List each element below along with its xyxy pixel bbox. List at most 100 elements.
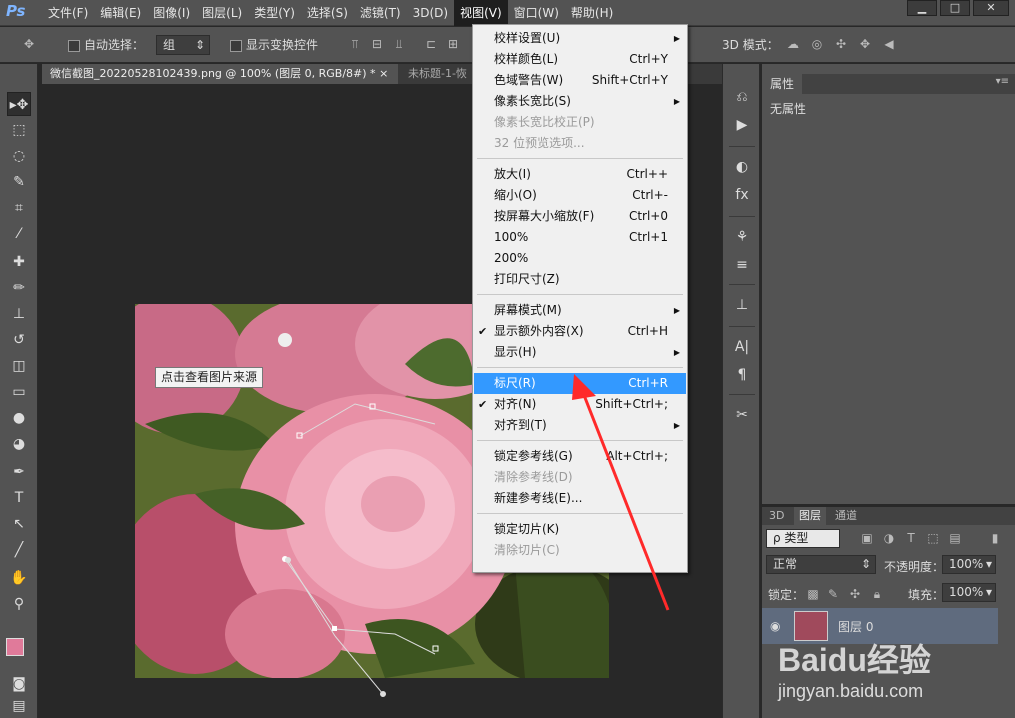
pen-tool-icon[interactable]: ✒ xyxy=(7,460,31,484)
lock-pixels-icon[interactable]: ▩ xyxy=(806,587,820,601)
history-panel-icon[interactable]: ⎌ xyxy=(731,86,753,108)
tab-document-active[interactable]: 微信截图_20220528102439.png @ 100% (图层 0, RG… xyxy=(42,64,398,84)
view-menu-item[interactable]: 按屏幕大小缩放(F) Ctrl+0 xyxy=(474,206,686,227)
filter-type-icon[interactable]: T xyxy=(904,531,918,545)
close-button[interactable]: ✕ xyxy=(973,0,1009,16)
paragraph-panel-icon[interactable]: ¶ xyxy=(731,364,753,386)
styles-panel-icon[interactable]: fx xyxy=(731,184,753,206)
3d-scale-icon[interactable]: ◀ xyxy=(882,37,896,51)
gradient-tool-icon[interactable]: ▭ xyxy=(7,380,31,404)
view-menu-item[interactable]: 200% xyxy=(474,248,686,269)
eye-icon[interactable]: ◉ xyxy=(770,619,780,633)
history-brush-tool-icon[interactable]: ↺ xyxy=(7,328,31,352)
menu-select[interactable]: 选择(S) xyxy=(301,0,354,26)
blur-tool-icon[interactable]: ● xyxy=(7,406,31,430)
align-middle-icon[interactable]: ⊟ xyxy=(370,37,384,51)
path-select-tool-icon[interactable]: ↖ xyxy=(7,512,31,536)
lock-paint-icon[interactable]: ✎ xyxy=(826,587,840,601)
filter-adjust-icon[interactable]: ◑ xyxy=(882,531,896,545)
tab-channels[interactable]: 通道 xyxy=(830,507,862,525)
3d-pan-icon[interactable]: ✣ xyxy=(834,37,848,51)
move-tool-icon[interactable]: ▸✥ xyxy=(7,92,31,116)
hand-tool-icon[interactable]: ✋ xyxy=(7,566,31,590)
tool-presets-icon[interactable]: ✂ xyxy=(731,404,753,426)
align-left-icon[interactable]: ⊏ xyxy=(424,37,438,51)
auto-select-dropdown[interactable]: 组 ⇕ xyxy=(156,35,210,55)
tab-document-untitled[interactable]: 未标题-1-恢 xyxy=(400,64,476,84)
view-menu-item[interactable]: 校样设置(U) ▶ xyxy=(474,28,686,49)
line-tool-icon[interactable]: ╱ xyxy=(7,538,31,562)
filter-shape-icon[interactable]: ⬚ xyxy=(926,531,940,545)
quick-select-tool-icon[interactable]: ✎ xyxy=(7,170,31,194)
view-menu-item[interactable]: 校样颜色(L) Ctrl+Y xyxy=(474,49,686,70)
blend-mode-dropdown[interactable]: 正常 ⇕ xyxy=(766,555,876,574)
menu-file[interactable]: 文件(F) xyxy=(42,0,94,26)
brush-presets-icon[interactable]: ⚘ xyxy=(731,226,753,248)
show-transform-checkbox[interactable]: 显示变换控件 xyxy=(230,36,318,54)
brush-panel-icon[interactable]: ≡ xyxy=(731,254,753,276)
tab-close-icon[interactable]: × xyxy=(379,67,388,80)
view-menu-item[interactable]: 100% Ctrl+1 xyxy=(474,227,686,248)
filter-pixel-icon[interactable]: ▣ xyxy=(860,531,874,545)
layer-filter-dropdown[interactable]: ρ 类型 xyxy=(766,529,840,548)
clone-stamp-tool-icon[interactable]: ⊥ xyxy=(7,302,31,326)
move-tool-icon[interactable]: ✥ xyxy=(22,37,36,51)
crop-tool-icon[interactable]: ⌗ xyxy=(7,196,31,220)
menu-image[interactable]: 图像(I) xyxy=(147,0,196,26)
filter-smart-icon[interactable]: ▤ xyxy=(948,531,962,545)
restore-button[interactable]: □ xyxy=(940,0,970,16)
view-menu-item[interactable]: 像素长宽比(S) ▶ xyxy=(474,91,686,112)
marquee-tool-icon[interactable]: ⬚ xyxy=(7,118,31,142)
view-menu-item[interactable]: 放大(I) Ctrl++ xyxy=(474,164,686,185)
view-menu-item[interactable]: 显示(H) ▶ xyxy=(474,342,686,363)
screen-mode-icon[interactable]: ▤ xyxy=(7,694,31,718)
dodge-tool-icon[interactable]: ◕ xyxy=(7,432,31,456)
eraser-tool-icon[interactable]: ◫ xyxy=(7,354,31,378)
view-menu-item[interactable]: 色域警告(W) Shift+Ctrl+Y xyxy=(474,70,686,91)
menu-3d[interactable]: 3D(D) xyxy=(407,0,454,26)
3d-rotate-icon[interactable]: ☁ xyxy=(786,37,800,51)
3d-roll-icon[interactable]: ◎ xyxy=(810,37,824,51)
actions-panel-icon[interactable]: ▶ xyxy=(731,114,753,136)
view-menu-item[interactable]: ✔ 显示额外内容(X) Ctrl+H xyxy=(474,321,686,342)
quick-mask-icon[interactable]: ◙ xyxy=(7,672,31,696)
lock-all-icon[interactable]: 🔒︎ xyxy=(870,587,884,601)
panel-menu-icon[interactable]: ▾≡ xyxy=(996,76,1009,87)
menu-view[interactable]: 视图(V) xyxy=(454,0,508,26)
align-top-icon[interactable]: ⫪ xyxy=(348,37,362,51)
brush-tool-icon[interactable]: ✏ xyxy=(7,276,31,300)
foreground-color-swatch[interactable] xyxy=(6,638,24,656)
align-center-icon[interactable]: ⊞ xyxy=(446,37,460,51)
menu-help[interactable]: 帮助(H) xyxy=(565,0,619,26)
menu-type[interactable]: 类型(Y) xyxy=(248,0,301,26)
eyedropper-tool-icon[interactable]: ⁄ xyxy=(7,222,31,246)
image-source-tooltip[interactable]: 点击查看图片来源 xyxy=(155,367,264,388)
auto-select-checkbox[interactable]: 自动选择： xyxy=(68,36,144,54)
clone-source-icon[interactable]: ⊥ xyxy=(731,294,753,316)
fill-input[interactable]: 100% ▾ xyxy=(942,583,996,602)
character-panel-icon[interactable]: A| xyxy=(731,336,753,358)
view-menu-item[interactable]: 屏幕模式(M) ▶ xyxy=(474,300,686,321)
tab-3d[interactable]: 3D xyxy=(764,507,789,525)
layer-name[interactable]: 图层 0 xyxy=(838,618,873,635)
zoom-tool-icon[interactable]: ⚲ xyxy=(7,592,31,616)
opacity-input[interactable]: 100% ▾ xyxy=(942,555,996,574)
3d-slide-icon[interactable]: ✥ xyxy=(858,37,872,51)
type-tool-icon[interactable]: T xyxy=(7,486,31,510)
healing-brush-tool-icon[interactable]: ✚ xyxy=(7,250,31,274)
menu-item-label: 32 位预览选项... xyxy=(494,136,585,150)
lock-position-icon[interactable]: ✣ xyxy=(848,587,862,601)
menu-window[interactable]: 窗口(W) xyxy=(508,0,565,26)
menu-edit[interactable]: 编辑(E) xyxy=(94,0,147,26)
view-menu-item[interactable]: 缩小(O) Ctrl+- xyxy=(474,185,686,206)
menu-filter[interactable]: 滤镜(T) xyxy=(354,0,407,26)
view-menu-item[interactable]: 打印尺寸(Z) xyxy=(474,269,686,290)
properties-tab[interactable]: 属性 xyxy=(762,74,803,94)
menu-layer[interactable]: 图层(L) xyxy=(196,0,248,26)
adjustments-panel-icon[interactable]: ◐ xyxy=(731,156,753,178)
filter-toggle-icon[interactable]: ▮ xyxy=(988,531,1002,545)
tab-layers[interactable]: 图层 xyxy=(794,507,826,525)
lasso-tool-icon[interactable]: ◌ xyxy=(7,144,31,168)
align-bottom-icon[interactable]: ⫫ xyxy=(392,37,406,51)
minimize-button[interactable]: ▁ xyxy=(907,0,937,16)
